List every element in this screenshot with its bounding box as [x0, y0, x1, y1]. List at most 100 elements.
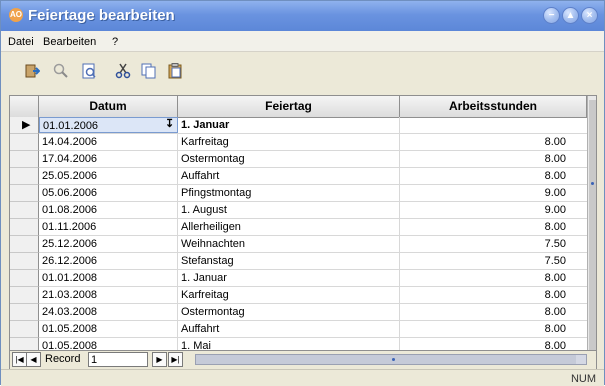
hours-cell[interactable]: 9.00 — [400, 185, 570, 201]
row-selector[interactable] — [10, 253, 39, 270]
holiday-name-cell[interactable]: Ostermontag — [178, 304, 400, 320]
window: AO Feiertage bearbeiten − ▲ × Datei Bear… — [0, 0, 605, 386]
previous-record-button[interactable]: ◀ — [26, 352, 41, 367]
row-selector[interactable] — [10, 219, 39, 236]
table-row[interactable]: 01.08.2006 1. August 9.00 — [39, 202, 587, 219]
hours-cell[interactable]: 8.00 — [400, 168, 570, 184]
current-row-arrow-icon: ▶ — [22, 119, 31, 131]
table-row[interactable]: 25.05.2006 Auffahrt 8.00 — [39, 168, 587, 185]
scroll-dot-icon — [591, 182, 594, 185]
table-row[interactable]: 25.12.2006 Weihnachten 7.50 — [39, 236, 587, 253]
table-row[interactable]: 01.01.2006 ↧ 1. Januar — [39, 117, 587, 134]
row-selector[interactable] — [10, 304, 39, 321]
vertical-scrollbar[interactable] — [587, 96, 596, 369]
table-row[interactable]: 26.12.2006 Stefanstag 7.50 — [39, 253, 587, 270]
hours-cell[interactable]: 9.00 — [400, 202, 570, 218]
row-selector[interactable] — [10, 134, 39, 151]
holiday-name-cell[interactable]: Auffahrt — [178, 168, 400, 184]
record-label: Record — [45, 353, 81, 365]
table-row[interactable]: 21.03.2008 Karfreitag 8.00 — [39, 287, 587, 304]
date-cell[interactable]: 01.11.2006 — [39, 219, 178, 235]
row-selector[interactable] — [10, 321, 39, 338]
find-icon[interactable] — [52, 63, 68, 79]
preview-icon[interactable] — [81, 63, 97, 79]
menu-bearbeiten[interactable]: Bearbeiten — [43, 36, 96, 48]
last-record-button[interactable]: ▶| — [168, 352, 183, 367]
header-feiertag[interactable]: Feiertag — [178, 96, 400, 117]
hours-cell[interactable]: 7.50 — [400, 253, 570, 269]
hours-cell[interactable]: 8.00 — [400, 219, 570, 235]
row-selector[interactable] — [10, 168, 39, 185]
hours-cell[interactable]: 8.00 — [400, 321, 570, 337]
close-button[interactable]: × — [581, 7, 598, 24]
row-selector[interactable] — [10, 151, 39, 168]
table-row[interactable]: 01.11.2006 Allerheiligen 8.00 — [39, 219, 587, 236]
date-cell[interactable]: 24.03.2008 — [39, 304, 178, 320]
holiday-name-cell[interactable]: Karfreitag — [178, 287, 400, 303]
date-cell[interactable]: 05.06.2006 — [39, 185, 178, 201]
copy-icon[interactable] — [141, 63, 157, 79]
toolbar — [1, 52, 604, 89]
paste-icon[interactable] — [167, 63, 183, 79]
hours-cell[interactable]: 8.00 — [400, 270, 570, 286]
menu-datei[interactable]: Datei — [8, 36, 34, 48]
holiday-name-cell[interactable]: Allerheiligen — [178, 219, 400, 235]
title-bar[interactable]: AO Feiertage bearbeiten − ▲ × — [1, 1, 604, 31]
maximize-button[interactable]: ▲ — [562, 7, 579, 24]
table-row[interactable]: 01.05.2008 Auffahrt 8.00 — [39, 321, 587, 338]
date-cell[interactable]: 01.01.2008 — [39, 270, 178, 286]
first-record-button[interactable]: |◀ — [12, 352, 27, 367]
holiday-name-cell[interactable]: Auffahrt — [178, 321, 400, 337]
table-row[interactable]: 01.01.2008 1. Januar 8.00 — [39, 270, 587, 287]
table-row[interactable]: 24.03.2008 Ostermontag 8.00 — [39, 304, 587, 321]
holiday-name-cell[interactable]: 1. Januar — [178, 270, 400, 286]
date-cell[interactable]: 01.08.2006 — [39, 202, 178, 218]
hours-cell[interactable]: 8.00 — [400, 151, 570, 167]
row-selector[interactable] — [10, 287, 39, 304]
date-cell[interactable]: 25.12.2006 — [39, 236, 178, 252]
scroll-dot-icon — [392, 358, 395, 361]
date-cell[interactable]: 01.05.2008 — [39, 321, 178, 337]
hours-cell[interactable] — [400, 117, 570, 133]
record-number-input[interactable] — [88, 352, 148, 367]
exit-icon[interactable] — [24, 63, 40, 79]
holiday-name-cell[interactable]: Pfingstmontag — [178, 185, 400, 201]
minimize-button[interactable]: − — [543, 7, 560, 24]
hours-cell[interactable]: 8.00 — [400, 134, 570, 150]
header-row-selector — [10, 96, 39, 117]
menu-bar: Datei Bearbeiten ? — [1, 31, 604, 52]
date-cell[interactable]: 01.01.2006 — [39, 117, 178, 133]
row-selector[interactable] — [10, 270, 39, 287]
row-selector[interactable] — [10, 202, 39, 219]
row-selector[interactable] — [10, 236, 39, 253]
date-cell[interactable]: 14.04.2006 — [39, 134, 178, 150]
table-row[interactable]: 17.04.2006 Ostermontag 8.00 — [39, 151, 587, 168]
date-cell[interactable]: 21.03.2008 — [39, 287, 178, 303]
table-row[interactable]: 05.06.2006 Pfingstmontag 9.00 — [39, 185, 587, 202]
holiday-name-cell[interactable]: 1. Januar — [178, 117, 400, 133]
menu-help[interactable]: ? — [112, 36, 118, 48]
date-cell[interactable]: 25.05.2006 — [39, 168, 178, 184]
hours-cell[interactable]: 8.00 — [400, 287, 570, 303]
cut-icon[interactable] — [115, 63, 131, 79]
horizontal-scrollbar[interactable] — [195, 354, 587, 365]
holiday-name-cell[interactable]: Stefanstag — [178, 253, 400, 269]
holiday-name-cell[interactable]: 1. August — [178, 202, 400, 218]
hours-cell[interactable]: 7.50 — [400, 236, 570, 252]
row-selector[interactable]: ▶ — [10, 117, 39, 134]
holiday-name-cell[interactable]: Ostermontag — [178, 151, 400, 167]
record-navigation: |◀ ◀ Record ▶ ▶| — [10, 350, 596, 369]
vertical-scroll-thumb[interactable] — [589, 100, 596, 355]
holiday-grid: Datum Feiertag Arbeitsstunden ▶ 01.01.200… — [9, 95, 597, 370]
row-selector[interactable] — [10, 185, 39, 202]
hours-cell[interactable]: 8.00 — [400, 304, 570, 320]
date-cell[interactable]: 17.04.2006 — [39, 151, 178, 167]
holiday-name-cell[interactable]: Karfreitag — [178, 134, 400, 150]
header-datum[interactable]: Datum — [39, 96, 178, 117]
table-row[interactable]: 14.04.2006 Karfreitag 8.00 — [39, 134, 587, 151]
header-arbeitsstunden[interactable]: Arbeitsstunden — [400, 96, 587, 117]
horizontal-scroll-thumb[interactable] — [196, 355, 576, 364]
holiday-name-cell[interactable]: Weihnachten — [178, 236, 400, 252]
date-cell[interactable]: 26.12.2006 — [39, 253, 178, 269]
next-record-button[interactable]: ▶ — [152, 352, 167, 367]
